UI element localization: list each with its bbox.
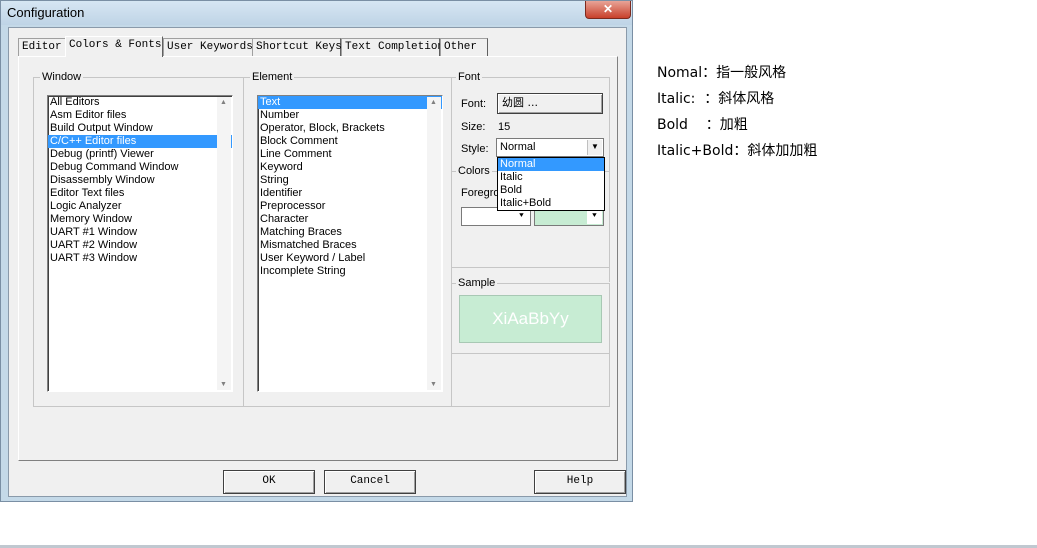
window-list-item[interactable]: Build Output Window <box>48 122 232 135</box>
sample-preview: XiAaBbYy <box>459 295 602 343</box>
element-list-item[interactable]: Character <box>258 213 442 226</box>
style-select[interactable]: Normal ▼ <box>496 138 604 157</box>
font-group-label: Font <box>456 71 483 83</box>
font-label: Font: <box>461 98 487 110</box>
window-list-item[interactable]: Asm Editor files <box>48 109 232 122</box>
window-list-item[interactable]: UART #1 Window <box>48 226 232 239</box>
element-list-item[interactable]: Text <box>258 96 442 109</box>
tab-shortcut-keys[interactable]: Shortcut Keys <box>252 38 342 56</box>
tab-editor[interactable]: Editor <box>18 38 66 56</box>
tab-text-completion[interactable]: Text Completion <box>341 38 444 56</box>
window-group-label: Window <box>40 71 84 83</box>
window-list-item[interactable]: Debug Command Window <box>48 161 232 174</box>
font-picker-button[interactable]: 幼圆 ... <box>497 93 603 114</box>
element-list-item[interactable]: Operator, Block, Brackets <box>258 122 442 135</box>
element-list-item[interactable]: Incomplete String <box>258 265 442 278</box>
element-list-item[interactable]: User Keyword / Label <box>258 252 442 265</box>
window-list-item[interactable]: Logic Analyzer <box>48 200 232 213</box>
note-bold: Bold ：加粗 <box>657 117 748 133</box>
element-list-item[interactable]: Mismatched Braces <box>258 239 442 252</box>
window-list-item[interactable]: Disassembly Window <box>48 174 232 187</box>
element-list-item[interactable]: Identifier <box>258 187 442 200</box>
window-list-item[interactable]: Memory Window <box>48 213 232 226</box>
note-italic: Italic: ：斜体风格 <box>657 91 775 107</box>
element-list-item[interactable]: Line Comment <box>258 148 442 161</box>
sample-group-label: Sample <box>456 277 498 289</box>
element-list-item[interactable]: Keyword <box>258 161 442 174</box>
note-normal: Nomal：指一般风格 <box>657 65 787 81</box>
element-group: Element Text Number Operator, Block, Brack… <box>243 71 452 407</box>
close-icon: ✕ <box>602 2 614 16</box>
window-listbox[interactable]: All Editors Asm Editor files Build Output … <box>47 95 233 392</box>
element-list-item[interactable]: Matching Braces <box>258 226 442 239</box>
size-value: 15 <box>498 121 511 133</box>
size-label: Size: <box>461 121 486 133</box>
element-list-item[interactable]: Block Comment <box>258 135 442 148</box>
sample-group: Sample XiAaBbYy <box>451 277 610 354</box>
dropdown-arrow-icon[interactable]: ⯆ <box>514 209 529 224</box>
style-label: Style: <box>461 143 489 155</box>
element-list-scrollbar[interactable]: ▲ ▼ <box>427 97 441 390</box>
window-list-item[interactable]: Editor Text files <box>48 187 232 200</box>
window-list-item[interactable]: All Editors <box>48 96 232 109</box>
element-list-item[interactable]: String <box>258 174 442 187</box>
chevron-down-icon[interactable]: ▼ <box>587 140 602 155</box>
scroll-down-icon[interactable]: ▼ <box>430 381 437 388</box>
tab-colors-fonts[interactable]: Colors & Fonts <box>65 36 163 57</box>
colors-group-label: Colors <box>456 165 492 177</box>
style-option-italic[interactable]: Italic <box>498 171 604 184</box>
dialog-client-area: Editor Colors & Fonts User Keywords Shor… <box>8 27 627 497</box>
style-option-bold[interactable]: Bold <box>498 184 604 197</box>
font-panel-bottom <box>451 353 610 407</box>
element-group-label: Element <box>250 71 295 83</box>
configuration-window: Configuration ✕ Editor Colors & Fonts Us… <box>0 0 633 502</box>
style-option-normal[interactable]: Normal <box>498 158 604 171</box>
scroll-down-icon[interactable]: ▼ <box>220 381 227 388</box>
scroll-up-icon[interactable]: ▲ <box>220 99 227 106</box>
close-button[interactable]: ✕ <box>585 1 631 19</box>
window-list-item[interactable]: UART #3 Window <box>48 252 232 265</box>
tab-other[interactable]: Other <box>440 38 488 56</box>
style-select-value: Normal <box>500 141 536 153</box>
cancel-button[interactable]: Cancel <box>324 470 416 494</box>
foreground-label: Foregro <box>461 187 500 199</box>
element-list-item[interactable]: Number <box>258 109 442 122</box>
dropdown-arrow-icon[interactable]: ⯆ <box>587 209 602 224</box>
window-list-item[interactable]: C/C++ Editor files <box>48 135 232 148</box>
style-dropdown-list[interactable]: Normal Italic Bold Italic+Bold <box>497 157 605 211</box>
note-italic-bold: Italic+Bold：斜体加加粗 <box>657 143 818 159</box>
help-button[interactable]: Help <box>534 470 626 494</box>
colors-fonts-panel: Window All Editors Asm Editor files Build … <box>18 56 618 461</box>
element-list-item[interactable]: Preprocessor <box>258 200 442 213</box>
element-listbox[interactable]: Text Number Operator, Block, Brackets Block… <box>257 95 443 392</box>
tab-user-keywords[interactable]: User Keywords <box>163 38 253 56</box>
window-title: Configuration <box>7 5 85 20</box>
window-list-item[interactable]: UART #2 Window <box>48 239 232 252</box>
ok-button[interactable]: OK <box>223 470 315 494</box>
style-notes: Nomal：指一般风格 Italic: ：斜体风格 Bold ：加粗 Itali… <box>657 60 817 164</box>
window-list-scrollbar[interactable]: ▲ ▼ <box>217 97 231 390</box>
scroll-up-icon[interactable]: ▲ <box>430 99 437 106</box>
window-list-item[interactable]: Debug (printf) Viewer <box>48 148 232 161</box>
style-option-italic-bold[interactable]: Italic+Bold <box>498 197 604 210</box>
window-group: Window All Editors Asm Editor files Build … <box>33 71 244 407</box>
title-bar: Configuration <box>1 1 632 25</box>
